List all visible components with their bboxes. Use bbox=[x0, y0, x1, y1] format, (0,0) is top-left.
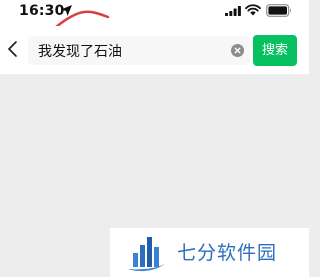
site-logo-icon bbox=[128, 237, 166, 272]
search-query-text: 我发现了石油 bbox=[38, 44, 122, 60]
search-bar: 我发现了石油 搜索 bbox=[0, 26, 309, 74]
battery-icon bbox=[266, 4, 291, 17]
clear-icon[interactable] bbox=[231, 44, 244, 57]
location-arrow-icon bbox=[61, 5, 72, 16]
screen: 16:30 我发现了石油 搜索 七分软件园 bbox=[0, 0, 309, 277]
search-input[interactable]: 我发现了石油 bbox=[28, 36, 250, 65]
back-chevron-icon[interactable] bbox=[6, 40, 20, 58]
status-bar: 16:30 bbox=[0, 0, 309, 29]
watermark: 七分软件园 bbox=[110, 228, 309, 277]
watermark-text: 七分软件园 bbox=[177, 242, 278, 264]
signal-icon bbox=[225, 6, 241, 16]
wifi-icon bbox=[245, 4, 261, 16]
search-button[interactable]: 搜索 bbox=[253, 35, 297, 66]
